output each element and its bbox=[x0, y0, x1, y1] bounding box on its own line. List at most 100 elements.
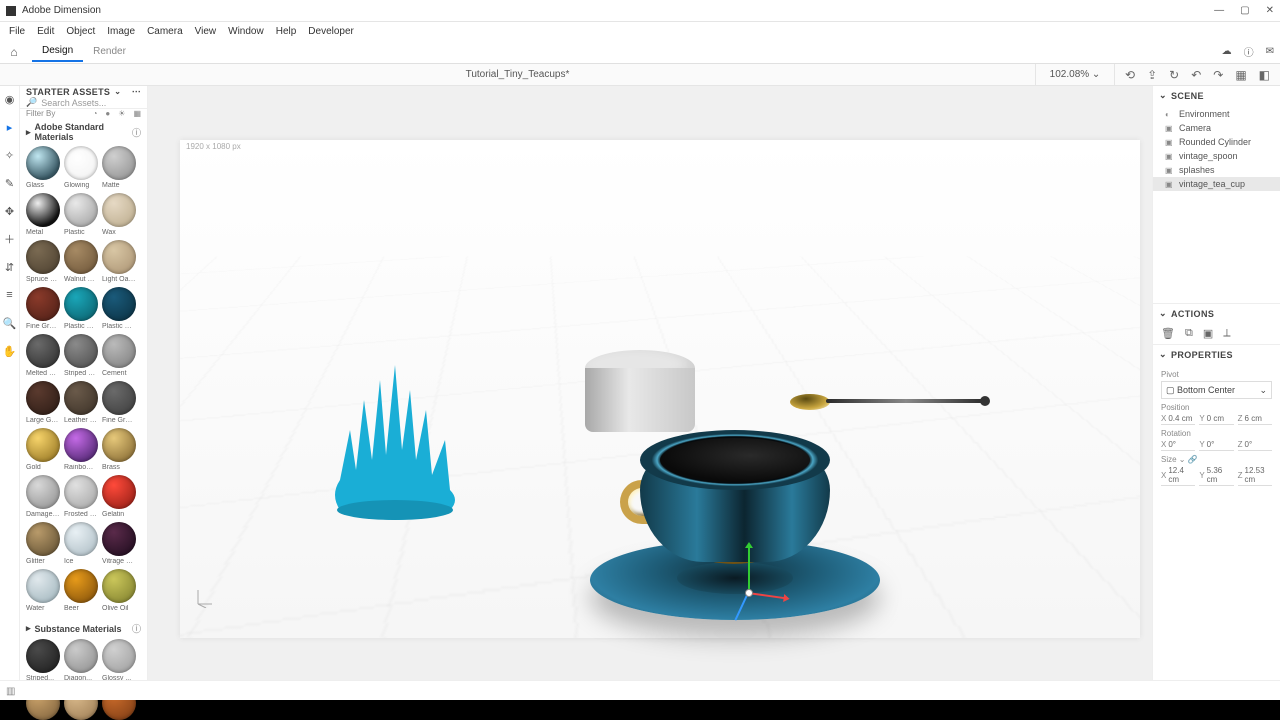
material-swatch[interactable]: Brass bbox=[102, 428, 136, 471]
menu-developer[interactable]: Developer bbox=[303, 24, 359, 39]
menu-window[interactable]: Window bbox=[223, 24, 269, 39]
scene-item[interactable]: ▣Rounded Cylinder bbox=[1153, 135, 1280, 149]
redo-icon[interactable]: ↷ bbox=[1213, 68, 1223, 82]
material-swatch[interactable]: Metal bbox=[26, 193, 60, 236]
tool-add[interactable]: ＋ bbox=[3, 232, 17, 246]
material-swatch[interactable]: Plastic wit... bbox=[64, 287, 98, 330]
substance-swatch[interactable]: Striped... bbox=[26, 639, 60, 682]
material-swatch[interactable]: Wax bbox=[102, 193, 136, 236]
material-swatch[interactable]: Vitrage Gl... bbox=[102, 522, 136, 565]
material-swatch[interactable]: Damaged ... bbox=[26, 475, 60, 518]
zoom-dropdown[interactable]: 102.08% ⌄ bbox=[1035, 64, 1115, 85]
section-substance-materials[interactable]: ▸Substance Materialsⓘ bbox=[20, 618, 147, 637]
menu-file[interactable]: File bbox=[4, 24, 30, 39]
size-y[interactable]: Y5.36 cm bbox=[1199, 466, 1233, 486]
scene-item[interactable]: ▣vintage_tea_cup bbox=[1153, 177, 1280, 191]
menu-view[interactable]: View bbox=[190, 24, 222, 39]
object-spoon[interactable] bbox=[790, 390, 990, 412]
tool-hand[interactable]: ✋ bbox=[3, 344, 17, 358]
substance-swatch[interactable]: Glossy ... bbox=[102, 639, 136, 682]
maximize-button[interactable]: ▢ bbox=[1240, 5, 1249, 16]
rot-x[interactable]: X0° bbox=[1161, 440, 1195, 451]
material-swatch[interactable]: Large Grai... bbox=[26, 381, 60, 424]
size-z[interactable]: Z12.53 cm bbox=[1238, 466, 1272, 486]
scene-item[interactable]: ▣Camera bbox=[1153, 121, 1280, 135]
scene-header[interactable]: ⌄ SCENE bbox=[1153, 86, 1280, 105]
material-swatch[interactable]: Gold bbox=[26, 428, 60, 471]
rot-y[interactable]: Y0° bbox=[1199, 440, 1233, 451]
help-icon[interactable]: ⓘ bbox=[1244, 44, 1254, 59]
filter-materials-icon[interactable]: ● bbox=[105, 109, 110, 118]
camera-bookmark-icon[interactable]: ◧ bbox=[1259, 68, 1270, 82]
feedback-icon[interactable]: ✉ bbox=[1266, 46, 1274, 57]
delete-icon[interactable]: 🗑 bbox=[1161, 327, 1175, 340]
share-icon[interactable]: ⇪ bbox=[1147, 68, 1157, 82]
rot-z[interactable]: Z0° bbox=[1238, 440, 1272, 451]
menu-edit[interactable]: Edit bbox=[32, 24, 59, 39]
tool-orbit[interactable]: ◉ bbox=[3, 92, 17, 106]
material-swatch[interactable]: Cement bbox=[102, 334, 136, 377]
section-standard-materials[interactable]: ▸Adobe Standard Materialsⓘ bbox=[20, 118, 147, 144]
tool-ruler[interactable]: ⇵ bbox=[3, 260, 17, 274]
material-swatch[interactable]: Beer bbox=[64, 569, 98, 612]
align-ground-icon[interactable]: ⟂ bbox=[1223, 327, 1230, 340]
material-swatch[interactable]: Fine Grain... bbox=[102, 381, 136, 424]
material-swatch[interactable]: Plastic bbox=[64, 193, 98, 236]
material-swatch[interactable]: Leather Gr... bbox=[64, 381, 98, 424]
material-swatch[interactable]: Rainbow A... bbox=[64, 428, 98, 471]
object-splash[interactable] bbox=[320, 360, 470, 520]
filter-models-icon[interactable]: ◔ bbox=[93, 109, 98, 118]
tab-design[interactable]: Design bbox=[32, 41, 83, 62]
tool-sampler[interactable]: ✎ bbox=[3, 176, 17, 190]
material-swatch[interactable]: Fine Green... bbox=[26, 287, 60, 330]
render-preview-icon[interactable]: ▦ bbox=[1235, 68, 1246, 82]
tab-render[interactable]: Render bbox=[83, 42, 136, 61]
material-swatch[interactable]: Spruce Wo... bbox=[26, 240, 60, 283]
scene-item[interactable]: ◐Environment bbox=[1153, 107, 1280, 121]
tool-move[interactable]: ✥ bbox=[3, 204, 17, 218]
tool-zoom[interactable]: 🔍 bbox=[3, 316, 17, 330]
sync-icon[interactable]: ⟲ bbox=[1125, 68, 1135, 82]
material-swatch[interactable]: Striped Sto... bbox=[64, 334, 98, 377]
tool-wand[interactable]: ✧ bbox=[3, 148, 17, 162]
substance-swatch[interactable]: Diagon... bbox=[64, 639, 98, 682]
scene-item[interactable]: ▣vintage_spoon bbox=[1153, 149, 1280, 163]
menu-camera[interactable]: Camera bbox=[142, 24, 188, 39]
minimize-button[interactable]: — bbox=[1214, 5, 1224, 16]
material-swatch[interactable]: Glitter bbox=[26, 522, 60, 565]
filter-images-icon[interactable]: ▦ bbox=[133, 109, 141, 118]
material-swatch[interactable]: Glowing bbox=[64, 146, 98, 189]
material-swatch[interactable]: Ice bbox=[64, 522, 98, 565]
home-icon[interactable]: ⌂ bbox=[6, 45, 22, 59]
cloud-icon[interactable]: ☁ bbox=[1222, 46, 1232, 57]
close-button[interactable]: ✕ bbox=[1266, 5, 1274, 16]
assets-search[interactable]: 🔎 Search Assets... bbox=[20, 97, 147, 109]
refresh-icon[interactable]: ↻ bbox=[1169, 68, 1179, 82]
pos-y[interactable]: Y0 cm bbox=[1199, 414, 1233, 425]
duplicate-icon[interactable]: ⧉ bbox=[1185, 327, 1193, 340]
material-swatch[interactable]: Melted Sn... bbox=[26, 334, 60, 377]
pivot-dropdown[interactable]: ▢ Bottom Center⌄ bbox=[1161, 381, 1272, 399]
assets-header[interactable]: STARTER ASSETS⌄⋯ bbox=[20, 86, 147, 97]
material-swatch[interactable]: Gelatin bbox=[102, 475, 136, 518]
menu-help[interactable]: Help bbox=[271, 24, 302, 39]
object-teacup[interactable] bbox=[590, 420, 880, 640]
material-swatch[interactable]: Water bbox=[26, 569, 60, 612]
properties-header[interactable]: ⌄ PROPERTIES bbox=[1153, 344, 1280, 364]
actions-header[interactable]: ⌄ ACTIONS bbox=[1153, 303, 1280, 323]
material-swatch[interactable]: Walnut W... bbox=[64, 240, 98, 283]
material-swatch[interactable]: Olive Oil bbox=[102, 569, 136, 612]
material-swatch[interactable]: Frosted Gl... bbox=[64, 475, 98, 518]
viewport[interactable]: 1920 x 1080 px bbox=[180, 140, 1140, 638]
material-swatch[interactable]: Light Oak... bbox=[102, 240, 136, 283]
material-swatch[interactable]: Matte bbox=[102, 146, 136, 189]
menu-object[interactable]: Object bbox=[61, 24, 100, 39]
material-swatch[interactable]: Plastic Can... bbox=[102, 287, 136, 330]
size-x[interactable]: X12.4 cm bbox=[1161, 466, 1195, 486]
tool-select[interactable]: ▸ bbox=[3, 120, 17, 134]
pos-x[interactable]: X0.4 cm bbox=[1161, 414, 1195, 425]
scene-item[interactable]: ▣splashes bbox=[1153, 163, 1280, 177]
menu-image[interactable]: Image bbox=[102, 24, 140, 39]
filter-lights-icon[interactable]: ☀ bbox=[118, 109, 125, 118]
undo-icon[interactable]: ↶ bbox=[1191, 68, 1201, 82]
